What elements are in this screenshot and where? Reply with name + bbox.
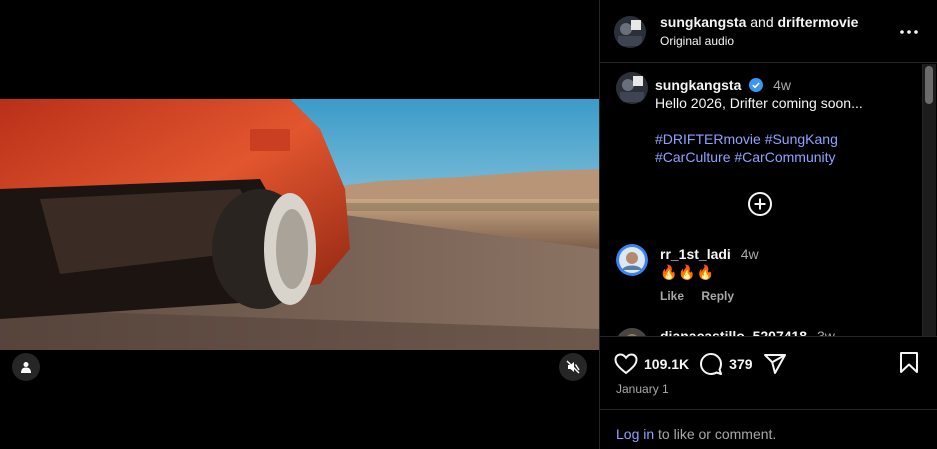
login-text: Log in to like or comment. <box>616 426 776 442</box>
comment-icon <box>700 353 723 375</box>
avatar-image <box>616 328 648 336</box>
login-link[interactable]: Log in <box>616 426 654 442</box>
avatar[interactable] <box>616 72 648 104</box>
login-prompt: Log in to like or comment. <box>600 409 937 449</box>
avatar[interactable] <box>616 328 648 336</box>
like-button[interactable]: 109.1K <box>614 353 689 375</box>
comments-list: sungkangsta 4w Hello 2026, Drifter comin… <box>600 64 937 336</box>
hashtag-link[interactable]: #DRIFTERmovie <box>655 131 761 147</box>
video-frame-image <box>0 99 599 350</box>
hashtag-link[interactable]: #CarCulture <box>655 149 730 165</box>
muted-speaker-icon <box>566 360 580 374</box>
comment-timestamp[interactable]: 4w <box>741 246 759 262</box>
comment: dianacastillo_5207418 3w <box>660 328 835 336</box>
comment-like-button[interactable]: Like <box>660 289 684 303</box>
avatar[interactable] <box>614 16 646 48</box>
caption-hashtags: #DRIFTERmovie #SungKang #CarCulture #Car… <box>655 130 910 166</box>
save-button[interactable] <box>899 351 919 380</box>
action-row: 109.1K 379 <box>614 351 797 377</box>
heart-icon <box>614 353 638 375</box>
post-header: sungkangsta and driftermovie Original au… <box>600 0 937 63</box>
user-tag-button[interactable] <box>12 353 40 381</box>
header-username-collab[interactable]: driftermovie <box>778 14 859 30</box>
mute-toggle-button[interactable] <box>559 353 587 381</box>
more-horizontal-icon <box>900 30 918 34</box>
comment-username[interactable]: rr_1st_ladi <box>660 246 731 262</box>
header-username-primary[interactable]: sungkangsta <box>660 14 746 30</box>
audio-label[interactable]: Original audio <box>660 34 858 48</box>
plus-circle-icon <box>748 192 772 216</box>
bookmark-icon <box>900 352 918 373</box>
comment-actions: Like Reply <box>660 289 748 303</box>
media-pane <box>0 0 599 449</box>
header-text: sungkangsta and driftermovie Original au… <box>660 14 858 48</box>
comment-count[interactable]: 379 <box>729 356 752 372</box>
comments-scrollbar[interactable] <box>922 64 936 336</box>
login-rest-text: to like or comment. <box>658 426 777 442</box>
caption-text: Hello 2026, Drifter coming soon... <box>655 95 863 111</box>
header-connector: and <box>750 14 774 30</box>
more-options-button[interactable] <box>897 22 921 42</box>
comment-username[interactable]: dianacastillo_5207418 <box>660 328 807 336</box>
hashtag-link[interactable]: #SungKang <box>765 131 838 147</box>
post-caption: sungkangsta 4w Hello 2026, Drifter comin… <box>655 76 910 166</box>
video-player[interactable] <box>0 99 599 350</box>
caption-timestamp[interactable]: 4w <box>773 77 791 93</box>
post-side-panel: sungkangsta and driftermovie Original au… <box>600 0 937 449</box>
post-actions: 109.1K 379 January 1 Log in to like or c… <box>600 336 937 449</box>
avatar-image <box>616 244 648 276</box>
header-usernames: sungkangsta and driftermovie <box>660 14 858 30</box>
avatar-image <box>614 16 646 48</box>
load-more-comments-button[interactable] <box>747 191 773 217</box>
comment: rr_1st_ladi 4w 🔥🔥🔥 <box>660 245 759 282</box>
verified-badge-icon <box>749 78 764 92</box>
comment-text: 🔥🔥🔥 <box>660 265 716 281</box>
post-date[interactable]: January 1 <box>616 382 669 396</box>
avatar[interactable] <box>616 244 648 276</box>
hashtag-link[interactable]: #CarCommunity <box>734 149 835 165</box>
caption-username[interactable]: sungkangsta <box>655 77 741 93</box>
share-button[interactable] <box>763 352 787 376</box>
comment-button[interactable]: 379 <box>699 352 753 376</box>
person-icon <box>21 362 31 373</box>
send-icon <box>763 354 786 374</box>
comment-timestamp[interactable]: 3w <box>817 328 835 336</box>
avatar-image <box>616 72 648 104</box>
like-count[interactable]: 109.1K <box>644 356 689 372</box>
comments-scrollbar-thumb[interactable] <box>925 66 933 104</box>
comment-reply-button[interactable]: Reply <box>701 289 734 303</box>
